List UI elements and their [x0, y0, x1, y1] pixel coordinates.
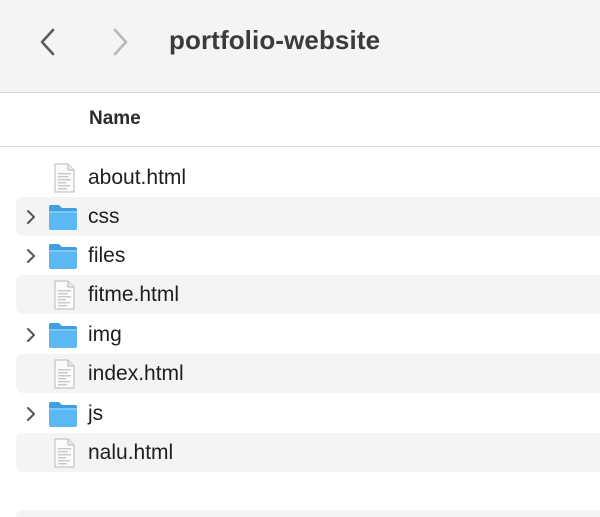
list-item[interactable]: fitme.html — [16, 275, 600, 314]
folder-icon — [49, 402, 77, 427]
chevron-right-icon — [113, 28, 128, 56]
column-header-name[interactable]: Name — [89, 108, 141, 130]
forward-button[interactable] — [100, 22, 140, 62]
list-item[interactable]: files — [16, 236, 600, 275]
chevron-left-icon — [40, 28, 55, 56]
item-name: nalu.html — [88, 441, 174, 464]
item-name: index.html — [88, 362, 184, 385]
html-file-icon — [54, 359, 75, 389]
item-name: js — [88, 402, 104, 425]
list-item[interactable]: js — [16, 394, 600, 433]
folder-icon — [49, 205, 77, 230]
back-button[interactable] — [28, 22, 68, 62]
html-file-icon — [54, 163, 75, 193]
html-file-icon — [54, 280, 75, 310]
list-item[interactable]: nalu.html — [16, 433, 600, 472]
column-header-row: Name — [0, 93, 600, 147]
item-name: img — [88, 323, 122, 346]
disclosure-triangle-icon[interactable] — [24, 208, 38, 226]
toolbar: portfolio-website — [0, 0, 600, 93]
disclosure-triangle-icon[interactable] — [24, 326, 38, 344]
folder-icon — [49, 244, 77, 269]
folder-icon — [49, 323, 77, 348]
item-name: fitme.html — [88, 283, 180, 306]
list-item[interactable]: img — [16, 315, 600, 354]
item-name: about.html — [88, 166, 187, 189]
html-file-icon — [54, 438, 75, 468]
window-title: portfolio-website — [169, 25, 381, 55]
list-row-partial — [16, 510, 600, 517]
finder-window: portfolio-website Name about.html css fi… — [0, 0, 600, 517]
item-name: css — [88, 205, 120, 228]
list-item[interactable]: about.html — [16, 158, 600, 197]
disclosure-triangle-icon[interactable] — [24, 405, 38, 423]
item-name: files — [88, 244, 126, 267]
list-item[interactable]: index.html — [16, 354, 600, 393]
list-item[interactable]: css — [16, 197, 600, 236]
disclosure-triangle-icon[interactable] — [24, 247, 38, 265]
